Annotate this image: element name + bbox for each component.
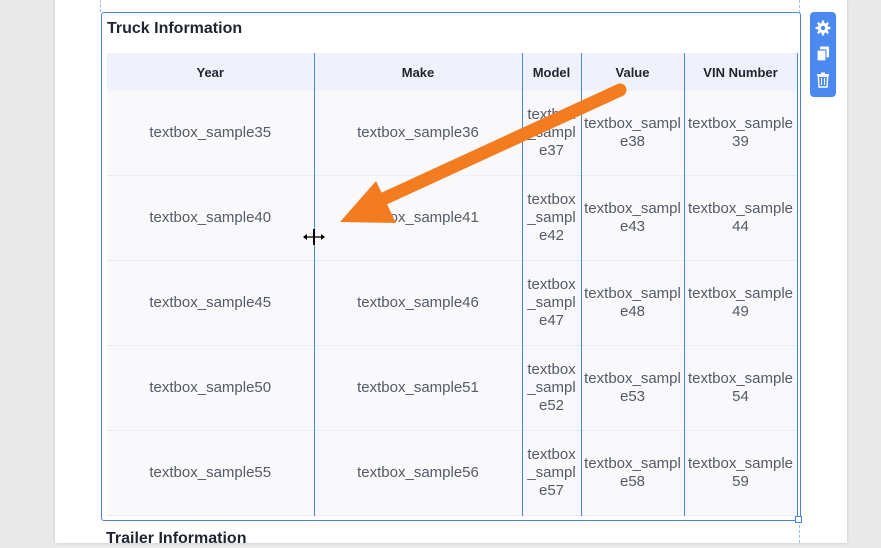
column-header-model[interactable]: Model [522,53,582,91]
delete-button[interactable] [813,70,833,90]
table-cell[interactable]: textbox_sample46 [314,260,523,346]
trash-icon [817,72,829,88]
column-header-year[interactable]: Year [107,53,315,91]
column-resize-cursor-icon [303,229,325,245]
table-cell[interactable]: textbox_sample53 [581,345,685,431]
table-row: textbox_sample45 textbox_sample46 textbo… [107,260,798,346]
table-cell[interactable]: textbox_sample59 [684,430,798,516]
table-cell[interactable]: textbox_sample37 [522,91,582,176]
table-row: textbox_sample50 textbox_sample51 textbo… [107,345,798,431]
table-cell[interactable]: textbox_sample58 [581,430,685,516]
table-cell[interactable]: textbox_sample50 [107,345,315,431]
table-cell[interactable]: textbox_sample44 [684,175,798,261]
resize-handle[interactable] [795,516,802,523]
table-cell[interactable]: textbox_sample51 [314,345,523,431]
trailer-information-title: Trailer Information [106,530,247,547]
table-cell[interactable]: textbox_sample40 [107,175,315,261]
table-cell[interactable]: textbox_sample54 [684,345,798,431]
copy-icon [816,46,829,62]
section-toolbar [810,12,836,97]
table-cell[interactable]: textbox_sample42 [522,175,582,261]
table-row: textbox_sample35 textbox_sample36 textbo… [107,91,798,176]
gear-icon [815,20,831,36]
table-cell[interactable]: textbox_sample57 [522,430,582,516]
truck-information-section[interactable]: Truck Information Year Make Model Value … [101,12,801,521]
section-title: Truck Information [107,20,243,37]
settings-button[interactable] [813,18,833,38]
table-cell[interactable]: textbox_sample39 [684,91,798,176]
table-cell[interactable]: textbox_sample49 [684,260,798,346]
table-cell[interactable]: textbox_sample48 [581,260,685,346]
table-cell[interactable]: textbox_sample38 [581,91,685,176]
table-cell[interactable]: textbox_sample41 [314,175,523,261]
table-row: textbox_sample40 textbox_sample41 textbo… [107,175,798,261]
table-cell[interactable]: textbox_sample52 [522,345,582,431]
table-cell[interactable]: textbox_sample43 [581,175,685,261]
column-header-value[interactable]: Value [581,53,685,91]
truck-table: Year Make Model Value VIN Number textbox… [107,53,798,516]
table-cell[interactable]: textbox_sample55 [107,430,315,516]
column-header-make[interactable]: Make [314,53,523,91]
table-cell[interactable]: textbox_sample45 [107,260,315,346]
layout-guide [100,0,101,12]
duplicate-button[interactable] [813,44,833,64]
table-header-row: Year Make Model Value VIN Number [107,53,798,91]
table-row: textbox_sample55 textbox_sample56 textbo… [107,430,798,516]
table-cell[interactable]: textbox_sample56 [314,430,523,516]
column-header-vin-number[interactable]: VIN Number [684,53,798,91]
table-cell[interactable]: textbox_sample35 [107,91,315,176]
table-cell[interactable]: textbox_sample36 [314,91,523,176]
table-cell[interactable]: textbox_sample47 [522,260,582,346]
